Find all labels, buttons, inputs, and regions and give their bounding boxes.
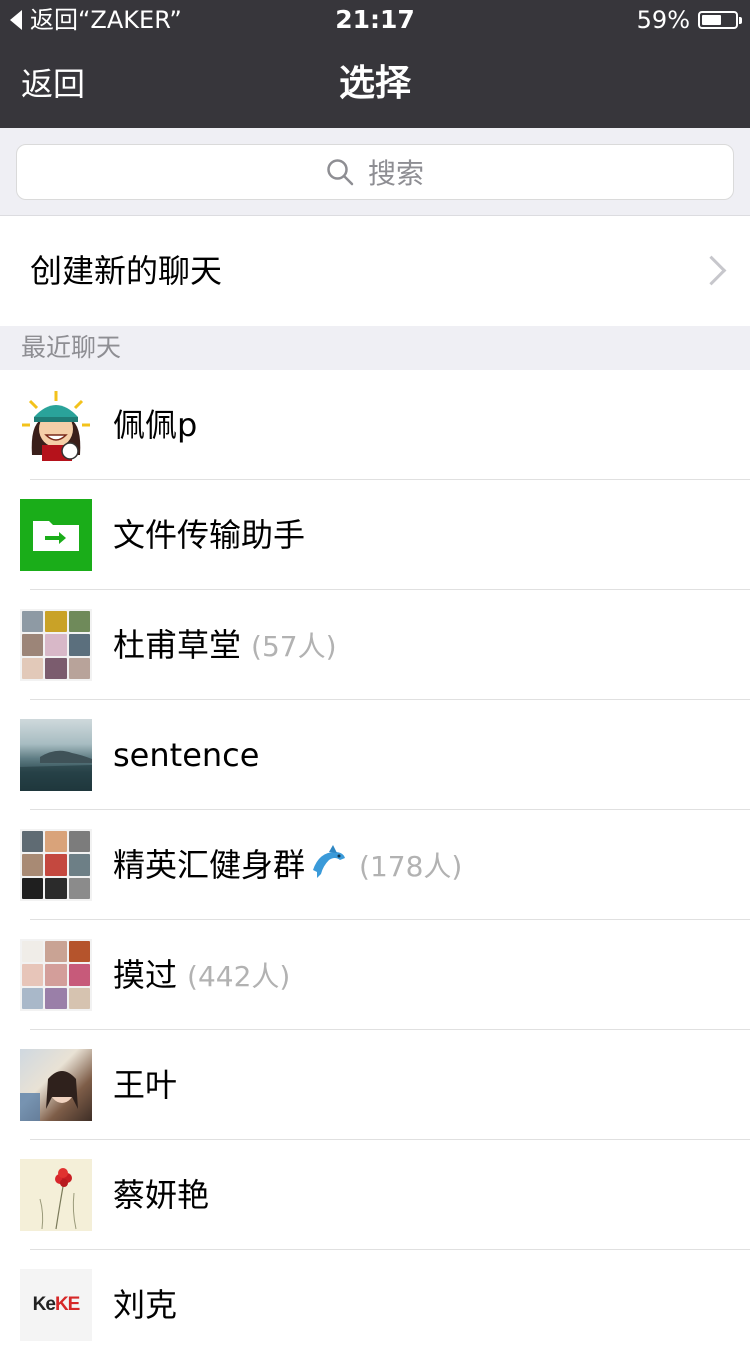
chat-row[interactable]: 蔡妍艳 <box>0 1140 750 1250</box>
chat-name: 佩佩p <box>113 406 198 444</box>
battery-level <box>702 15 721 25</box>
search-placeholder: 搜索 <box>367 157 424 190</box>
avatar-landscape <box>20 719 92 791</box>
avatar-group-grid <box>20 829 92 901</box>
battery-icon <box>698 11 742 29</box>
chat-name-row: 佩佩p <box>113 403 197 447</box>
chat-row[interactable]: 佩佩p <box>0 370 750 480</box>
recent-chats-title: 最近聊天 <box>21 333 122 362</box>
chat-name: sentence <box>113 736 260 774</box>
search-bar-area: 搜索 <box>0 128 750 216</box>
chat-name: 杜甫草堂 <box>113 626 242 664</box>
chat-row[interactable]: 王叶 <box>0 1030 750 1140</box>
search-icon <box>327 159 354 186</box>
chat-name: 刘克 <box>113 1286 178 1324</box>
folder-arrow-icon <box>33 521 79 551</box>
chat-name-row: 王叶 <box>113 1063 177 1107</box>
top-bar: 返回“ZAKER” 21:17 59% 返回 选择 <box>0 0 750 128</box>
avatar-keke-logo: KeKE <box>20 1269 92 1341</box>
avatar-file-transfer <box>20 499 92 571</box>
search-input[interactable]: 搜索 <box>16 144 734 200</box>
recent-chats-header: 最近聊天 <box>0 326 750 370</box>
create-new-chat-row[interactable]: 创建新的聊天 <box>0 216 750 326</box>
chat-name: 精英汇健身群 <box>113 846 306 884</box>
chat-name-row: 刘克 <box>113 1283 177 1327</box>
chat-row[interactable]: 精英汇健身群 (178人) <box>0 810 750 920</box>
battery-percent: 59% <box>636 6 690 34</box>
chat-row[interactable]: 摸过 (442人) <box>0 920 750 1030</box>
chat-name: 蔡妍艳 <box>113 1176 210 1214</box>
dolphin-icon <box>309 844 349 891</box>
chat-name-row: 蔡妍艳 <box>113 1173 209 1217</box>
chat-name-row: 精英汇健身群 (178人) <box>113 843 462 891</box>
chat-name: 摸过 <box>113 956 178 994</box>
chat-row[interactable]: KeKE 刘克 <box>0 1250 750 1360</box>
create-new-chat-label: 创建新的聊天 <box>30 252 223 290</box>
avatar-cartoon-girl <box>20 389 92 461</box>
chat-name-row: 文件传输助手 <box>113 513 305 557</box>
chat-list: 佩佩p 文件传输助手 杜甫草堂 (57人) sentence 精英汇健身群 (1… <box>0 370 750 1360</box>
chat-name: 文件传输助手 <box>113 516 306 554</box>
avatar-photo-portrait <box>20 1049 92 1121</box>
avatar-group-grid <box>20 609 92 681</box>
avatar-red-flower <box>20 1159 92 1231</box>
avatar-group-grid <box>20 939 92 1011</box>
chat-name-row: sentence <box>113 733 259 777</box>
status-battery: 59% <box>636 6 742 34</box>
chat-name-row: 摸过 (442人) <box>113 953 290 999</box>
keke-logo: KeKE <box>32 1294 81 1315</box>
chevron-right-icon <box>696 255 727 286</box>
chat-name: 王叶 <box>113 1066 178 1104</box>
member-count: (178人) <box>359 850 463 883</box>
chat-name-row: 杜甫草堂 (57人) <box>113 623 337 669</box>
chat-row[interactable]: 文件传输助手 <box>0 480 750 590</box>
member-count: (57人) <box>251 630 337 663</box>
member-count: (442人) <box>187 960 291 993</box>
chat-row[interactable]: 杜甫草堂 (57人) <box>0 590 750 700</box>
page-title: 选择 <box>338 63 411 104</box>
chat-row[interactable]: sentence <box>0 700 750 810</box>
